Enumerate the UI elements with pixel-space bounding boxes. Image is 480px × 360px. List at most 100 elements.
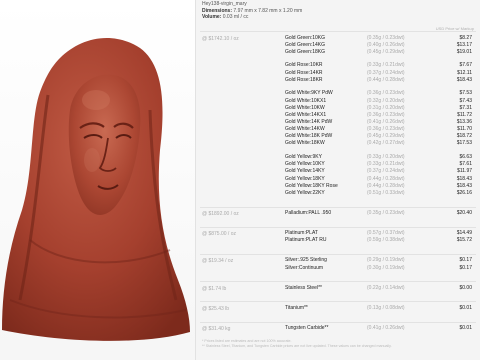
material-name: Gold Rose:14KR — [285, 69, 323, 76]
material-name: Titanium** — [285, 304, 308, 311]
material-group: @ $25.43 lb Titanium** (0.13g / 0.08dwt) $0… — [200, 301, 476, 313]
material-price: $0.17 — [459, 257, 472, 264]
material-price: $13.36 — [456, 119, 472, 125]
material-name: Gold Rose:18KR — [285, 76, 323, 83]
material-name: Palladium:PALL .950 — [285, 210, 332, 216]
material-price: $17.53 — [456, 140, 472, 147]
material-name: Gold White:18K PdW — [285, 133, 333, 140]
material-name: Silver:Continuum — [285, 264, 324, 271]
material-name: Gold Yellow:9KY — [285, 154, 322, 161]
material-row[interactable]: Palladium:PALL .950 (0.35g / 0.23dwt) $20.… — [200, 210, 474, 217]
material-row[interactable]: Gold White:9KY PdW (0.36g / 0.23dwt) $7.53 — [200, 90, 474, 97]
material-row[interactable]: Platinum:PLAT (0.57g / 0.37dwt) $14.49 — [200, 230, 474, 237]
material-weight: (0.30g / 0.19dwt) — [367, 264, 405, 271]
model-render-viewport[interactable] — [0, 0, 195, 360]
material-row[interactable]: Gold Yellow:14KY (0.37g / 0.24dwt) $11.97 — [200, 168, 474, 175]
material-price: $18.43 — [456, 175, 472, 182]
material-row[interactable]: Gold Yellow:18KY (0.44g / 0.28dwt) $18.43 — [200, 176, 474, 183]
material-weight: (0.44g / 0.28dwt) — [367, 175, 405, 182]
material-price: $18.43 — [456, 182, 472, 189]
material-price: $0.17 — [459, 264, 472, 271]
material-name: Gold Yellow:14KY — [285, 168, 325, 175]
material-name: Platinum:PLAT RU — [285, 237, 327, 244]
material-weight: (0.36g / 0.23dwt) — [367, 90, 405, 97]
material-name: Gold Green:10KG — [285, 34, 326, 41]
material-group: @ $19.34 / oz Silver:.925 Sterling (0.29g … — [200, 253, 476, 273]
material-name: Silver:.925 Sterling — [285, 257, 327, 264]
material-weight: (0.36g / 0.23dwt) — [367, 126, 405, 133]
material-row[interactable]: Tungsten Carbide** (0.41g / 0.26dwt) $0.01 — [200, 325, 474, 332]
material-row[interactable]: Gold Green:10KG (0.35g / 0.23dwt) $8.27 — [200, 35, 474, 42]
material-weight: (0.29g / 0.19dwt) — [367, 257, 405, 264]
material-row[interactable]: Gold White:14KX1 (0.36g / 0.23dwt) $11.72 — [200, 112, 474, 119]
disclaimer-line-2: ** Stainless Steel, Titanium, and Tungst… — [202, 344, 392, 348]
material-price: $7.31 — [459, 104, 472, 111]
material-row[interactable]: Platinum:PLAT RU (0.59g / 0.38dwt) $15.72 — [200, 237, 474, 244]
material-row[interactable]: Gold Rose:10KR (0.33g / 0.21dwt) $7.67 — [200, 62, 474, 69]
material-name: Tungsten Carbide** — [285, 325, 329, 332]
material-group: @ $31.40 kg Tungsten Carbide** (0.41g / 0.… — [200, 321, 476, 334]
material-row[interactable]: Gold White:10KX1 (0.32g / 0.20dwt) $7.43 — [200, 98, 474, 105]
material-weight: (0.59g / 0.38dwt) — [367, 237, 405, 244]
material-weight: (0.51g / 0.33dwt) — [367, 189, 405, 196]
material-weight: (0.31g / 0.20dwt) — [367, 104, 405, 111]
material-price: $18.72 — [456, 133, 472, 140]
material-row[interactable]: Gold White:10KW (0.31g / 0.20dwt) $7.31 — [200, 105, 474, 112]
material-price: $19.01 — [456, 48, 472, 55]
material-row[interactable]: Gold Yellow:10KY (0.33g / 0.21dwt) $7.61 — [200, 161, 474, 168]
material-name: Gold White:10KX1 — [285, 97, 327, 104]
material-row[interactable]: Gold Yellow:9KY (0.33g / 0.20dwt) $6.63 — [200, 154, 474, 161]
material-row[interactable]: Gold White:18KW (0.42g / 0.27dwt) $17.53 — [200, 140, 474, 147]
material-weight: (0.13g / 0.08dwt) — [367, 304, 405, 311]
material-price: $8.27 — [459, 34, 472, 41]
material-price: $20.40 — [456, 210, 472, 216]
model-header: Hey138-virgin_mary Dimensions: 7.97 mm x… — [202, 1, 476, 21]
material-weight: (0.44g / 0.28dwt) — [367, 182, 405, 189]
material-weight: (0.36g / 0.23dwt) — [367, 111, 405, 118]
material-row[interactable]: Gold Green:14KG (0.40g / 0.26dwt) $13.17 — [200, 42, 474, 49]
material-price: $0.01 — [459, 325, 472, 332]
material-price: $18.43 — [456, 76, 472, 83]
material-row[interactable]: Gold White:14K PdW (0.41g / 0.26dwt) $13.3… — [200, 119, 474, 126]
material-weight: (0.44g / 0.28dwt) — [367, 76, 405, 83]
material-group: @ $1742.10 / oz Gold Green:10KG (0.35g / 0… — [200, 31, 476, 198]
price-panel: Hey138-virgin_mary Dimensions: 7.97 mm x… — [195, 0, 480, 360]
material-row[interactable]: Gold Green:18KG (0.45g / 0.29dwt) $19.01 — [200, 49, 474, 56]
volume-line: Volume: 0.03 ml / cc — [202, 14, 249, 20]
material-name: Gold Green:18KG — [285, 48, 326, 55]
material-weight: (0.33g / 0.21dwt) — [367, 161, 405, 168]
material-row[interactable]: Gold White:18K PdW (0.45g / 0.29dwt) $18.7… — [200, 133, 474, 140]
material-row[interactable]: Gold Yellow:22KY (0.51g / 0.33dwt) $26.16 — [200, 190, 474, 197]
material-row[interactable]: Gold Rose:14KR (0.37g / 0.24dwt) $12.11 — [200, 70, 474, 77]
material-row[interactable]: Gold White:14KW (0.36g / 0.23dwt) $11.70 — [200, 126, 474, 133]
material-name: Gold White:14KW — [285, 126, 325, 133]
price-disclaimer: * Prices listed are estimates and are no… — [202, 339, 476, 349]
material-row[interactable]: Titanium** (0.13g / 0.08dwt) $0.01 — [200, 305, 474, 312]
material-row[interactable]: Silver:Continuum (0.30g / 0.19dwt) $0.17 — [200, 265, 474, 272]
material-price: $12.11 — [457, 69, 472, 76]
material-weight: (0.41g / 0.26dwt) — [367, 325, 405, 332]
material-name: Gold Yellow:18KY Rose — [285, 182, 338, 189]
material-name: Gold White:14KX1 — [285, 111, 327, 118]
material-weight: (0.32g / 0.20dwt) — [367, 97, 405, 104]
material-name: Gold White:10KW — [285, 104, 325, 111]
material-price: $11.70 — [457, 126, 472, 133]
material-row[interactable]: Gold Yellow:18KY Rose (0.44g / 0.28dwt) $1… — [200, 183, 474, 190]
material-row[interactable]: Stainless Steel** (0.22g / 0.14dwt) $0.00 — [200, 285, 474, 292]
material-row[interactable]: Silver:.925 Sterling (0.29g / 0.19dwt) $0.… — [200, 257, 474, 264]
material-name: Gold Green:14KG — [285, 41, 326, 48]
material-price: $0.00 — [459, 284, 472, 291]
material-name: Gold Yellow:10KY — [285, 161, 325, 168]
material-weight: (0.42g / 0.27dwt) — [367, 140, 405, 147]
material-price: $0.01 — [459, 304, 472, 311]
material-name: Gold White:14K PdW — [285, 119, 333, 125]
material-row[interactable]: Gold Rose:18KR (0.44g / 0.28dwt) $18.43 — [200, 77, 474, 84]
material-weight: (0.37g / 0.24dwt) — [367, 168, 405, 175]
material-price: $11.97 — [457, 168, 472, 175]
material-weight: (0.45g / 0.29dwt) — [367, 133, 405, 140]
material-weight: (0.41g / 0.26dwt) — [367, 119, 405, 125]
material-weight: (0.35g / 0.23dwt) — [367, 210, 405, 216]
material-price: $26.16 — [456, 189, 472, 196]
material-price: $7.61 — [459, 161, 472, 168]
material-weight: (0.40g / 0.26dwt) — [367, 41, 405, 48]
